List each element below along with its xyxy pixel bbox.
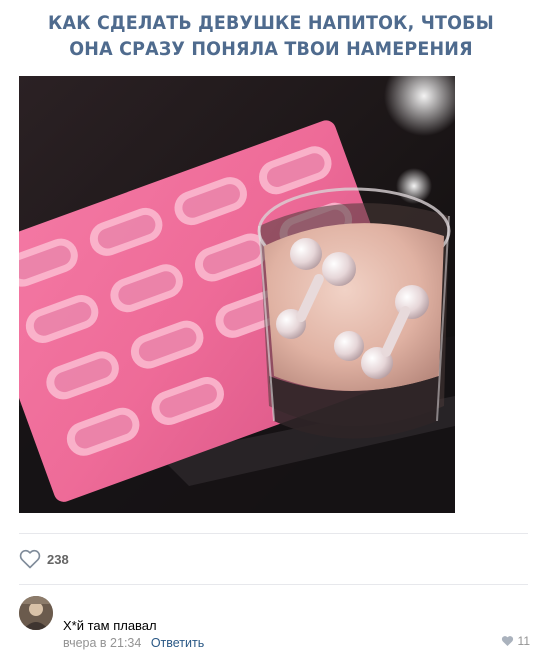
heart-filled-icon <box>501 636 513 647</box>
like-button[interactable]: 238 <box>19 546 69 572</box>
likes-count: 238 <box>47 551 69 567</box>
comment-text: Х*й там плавал <box>63 618 157 633</box>
reply-link[interactable]: Ответить <box>151 636 204 650</box>
comment: Х*й там плавал вчера в 21:34 Ответить 11 <box>19 596 530 650</box>
meme-caption: КАК СДЕЛАТЬ ДЕВУШКЕ НАПИТОК, ЧТОБЫ ОНА С… <box>22 10 521 62</box>
comment-like-button[interactable]: 11 <box>501 634 530 648</box>
divider-bottom <box>19 584 528 585</box>
caption-line-1: КАК СДЕЛАТЬ ДЕВУШКЕ НАПИТОК, ЧТОБЫ <box>48 12 494 34</box>
post-photo[interactable] <box>19 76 455 513</box>
avatar[interactable] <box>19 596 53 630</box>
post-card: КАК СДЕЛАТЬ ДЕВУШКЕ НАПИТОК, ЧТОБЫ ОНА С… <box>0 0 542 651</box>
heart-outline-icon <box>19 549 41 569</box>
comment-likes-count: 11 <box>517 634 530 648</box>
comment-time[interactable]: вчера в 21:34 <box>63 636 141 650</box>
comment-meta: вчера в 21:34 Ответить <box>63 636 204 650</box>
divider-top <box>19 533 528 534</box>
caption-line-2: ОНА СРАЗУ ПОНЯЛА ТВОИ НАМЕРЕНИЯ <box>69 38 473 60</box>
